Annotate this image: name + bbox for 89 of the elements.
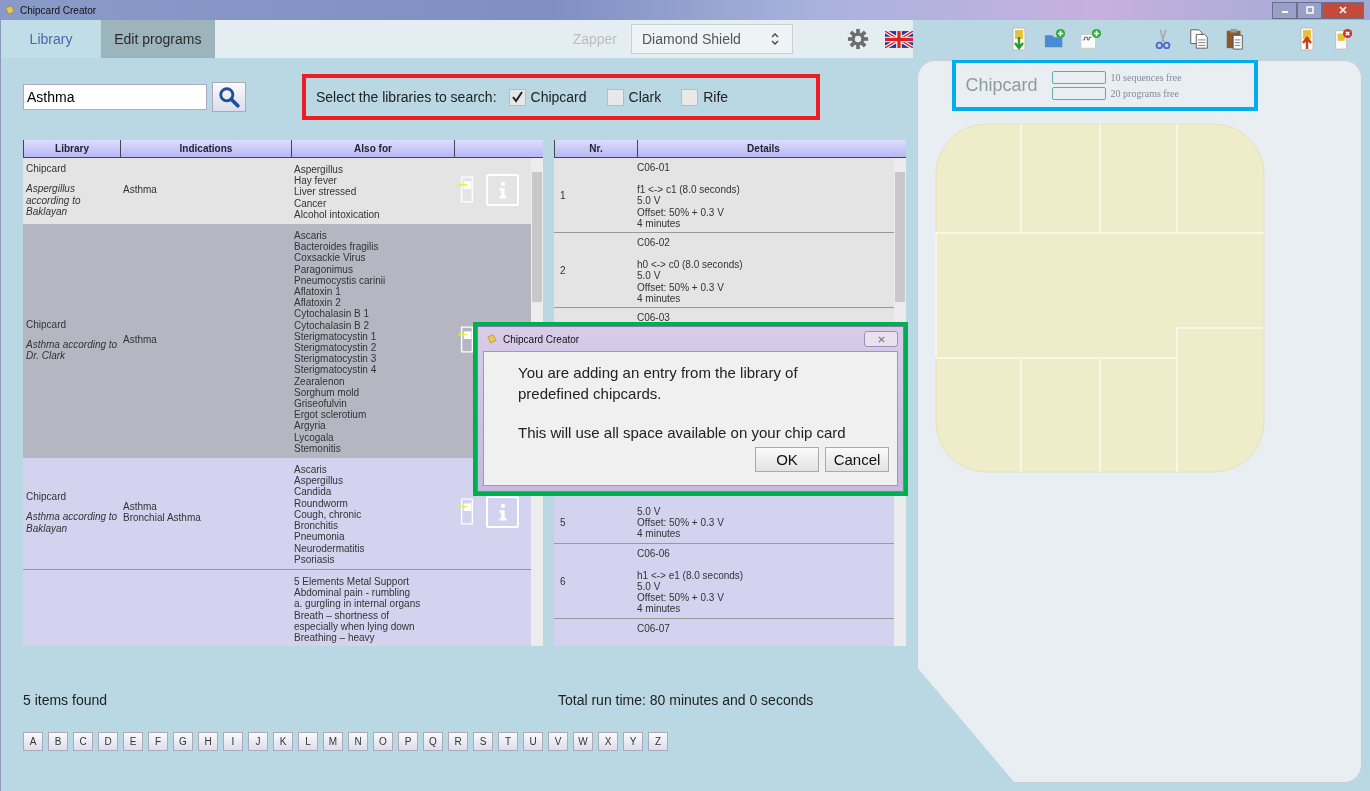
also-for-item: Cancer [294,197,328,209]
items-found-text: 5 items found [23,692,109,708]
also-for-item: Pneumocystis carinii [294,274,387,287]
window-title: Chipcard Creator [20,4,97,16]
program-detail: 4 minutes [637,292,682,305]
program-detail: 4 minutes [637,217,682,229]
also-for-item: Sterigmatocystin 2 [294,342,378,354]
also-for-item: Neurodermatitis [294,542,366,554]
also-for-item: Sterigmatocystin 3 [294,353,378,365]
program-detail: 5.0 V [637,506,662,518]
column-header: Nr. [554,140,637,157]
column-header: Library [23,140,120,157]
also-for-item: a. gurgling in internal organs [294,598,422,610]
also-for-item: Aflatoxin 1 [294,286,342,298]
also-for-item: Pneumonia [294,531,346,543]
program-detail: Offset: 50% + 0.3 V [637,281,725,293]
library-name: Chipcard [26,163,68,175]
program-detail: h1 <-> e1 (8.0 seconds) [637,569,745,582]
also-for-item: Sterigmatocystin 4 [294,364,378,376]
also-for-item: especially when lying down [294,620,416,632]
dialog-title: Chipcard Creator [503,333,580,345]
program-code: C06-03 [637,312,671,324]
program-name: Asthma according to Dr. Clark [26,338,119,362]
column-header: Also for [291,140,454,157]
also-for-item: Liver stressed [294,186,358,198]
capacity-label: 20 programs free [1110,87,1179,99]
program-detail: f1 <-> c1 (8.0 seconds) [637,184,741,196]
also-for-item: Alcohol intoxication [294,208,381,220]
indication: Asthma [123,334,158,346]
also-for-item: Abdominal pain - rumbling [294,587,412,599]
indication: Bronchial Asthma [123,512,202,524]
also-for-item: Cytochalasin B 1 [294,308,371,320]
also-for-item: Ergot sclerotium [294,409,368,421]
also-for-item: Sorghum mold [294,386,361,399]
program-detail: h0 <-> c0 (8.0 seconds) [637,259,744,271]
also-for-item: Roundworm [294,497,349,509]
total-run-time-text: Total run time: 80 minutes and 0 seconds [558,692,814,708]
also-for-item: Coxsackie Virus [294,252,366,264]
program-name: Aspergillus according to Baklayan [26,183,82,217]
also-for-item: Bacteroides fragilis [294,241,380,253]
program-detail: Offset: 50% + 0.3 V [637,592,725,604]
also-for-item: Paragonimus [294,263,354,275]
also-for-item: Ascaris [294,230,328,242]
program-detail: Offset: 50% + 0.3 V [637,206,725,218]
also-for-item: Lycogala [294,431,335,443]
program-code: C06-01 [637,162,671,174]
also-for-item: 5 Elements Metal Support [294,575,411,588]
also-for-item: Sterigmatocystin 1 [294,330,378,343]
also-for-item: Hay fever [294,175,337,187]
program-number: 1 [560,189,566,202]
program-detail: 4 minutes [637,528,682,540]
also-for-item: Breath – shortness of [294,609,391,621]
program-number: 5 [560,517,566,529]
also-for-item: Candida [294,486,332,498]
program-detail: Offset: 50% + 0.3 V [637,517,725,529]
also-for-item: Bronchitis [294,520,339,532]
dialog-message: You are adding an entry from the library of predefined chipcards. [518,363,799,404]
indication: Asthma [123,501,158,513]
filter-label: Select the libraries to search: [316,89,497,105]
also-for-item: Aspergillus [294,475,344,487]
also-for-item: Breathing – heavy [294,631,375,644]
also-for-item: Argyria [294,420,327,432]
program-number: 6 [560,575,566,587]
library-name: Chipcard [26,318,68,330]
capacity-label: 10 sequences free [1110,71,1182,83]
chipcard-title: Chipcard [965,74,1038,96]
also-for-item: Aflatoxin 2 [294,297,342,309]
dialog-message: This will use all space available on your chip card [518,423,847,443]
also-for-item: Stemonitis [294,442,342,455]
program-number: 2 [560,264,566,277]
program-name: Asthma according to Baklayan [26,511,119,534]
program-detail: 5.0 V [637,195,662,207]
column-header: Indications [120,140,291,157]
program-code: C06-02 [637,237,671,249]
also-for-item: Griseofulvin [294,398,348,410]
also-for-item: Aspergillus [294,164,344,176]
column-header: Details [637,140,889,157]
program-code: C06-06 [637,547,671,559]
program-detail: 5.0 V [637,581,662,593]
also-for-item: Ascaris [294,464,328,476]
indication: Asthma [123,184,158,196]
also-for-item: Psoriasis [294,553,336,565]
program-code: C06-07 [637,622,671,634]
also-for-item: Cough, chronic [294,508,363,521]
library-name: Chipcard [26,491,68,503]
also-for-item: Cytochalasin B 2 [294,319,371,331]
program-detail: 4 minutes [637,603,682,615]
program-detail: 5.0 V [637,270,662,282]
also-for-item: Zearalenon [294,375,346,387]
